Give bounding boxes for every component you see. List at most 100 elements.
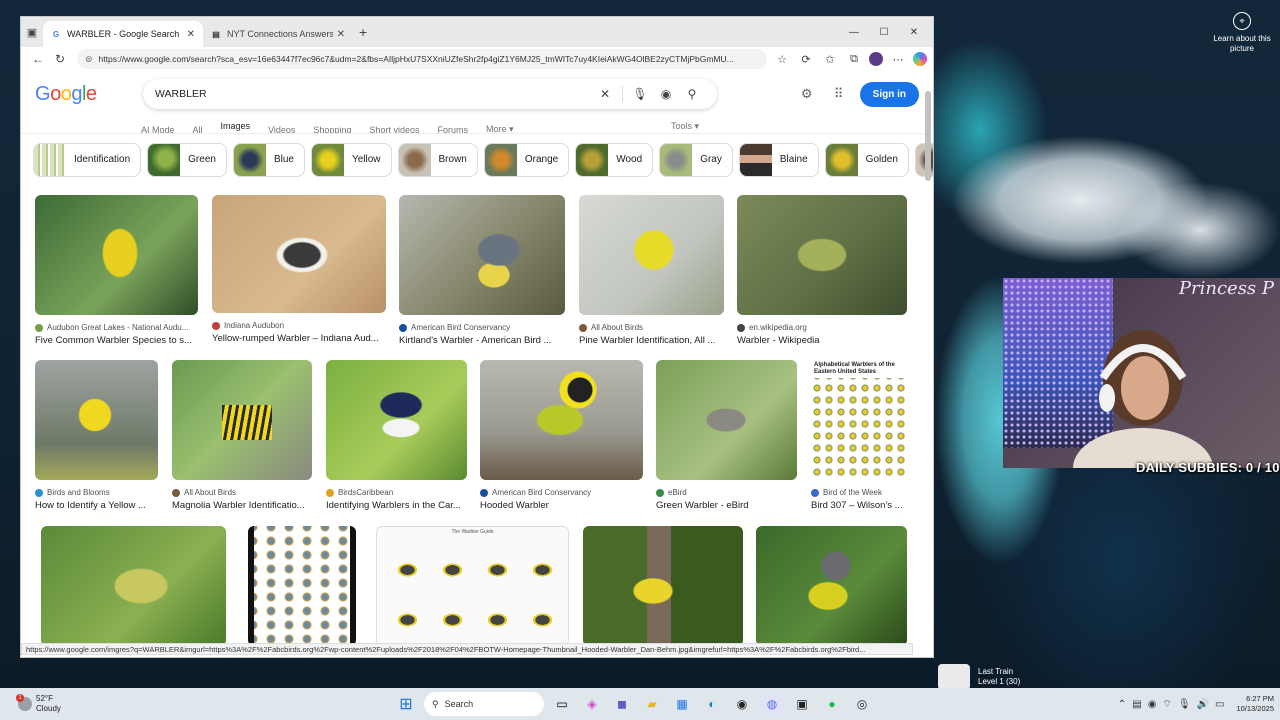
tools-button[interactable]: Tools ▾	[671, 121, 699, 132]
site-info-icon[interactable]: ⊜	[85, 54, 93, 65]
result-image[interactable]	[212, 195, 386, 313]
tab-images[interactable]: Images	[221, 121, 251, 133]
chip-orange[interactable]: Orange	[483, 142, 570, 177]
tray-app-icon[interactable]: ◉	[1148, 699, 1157, 710]
apps-grid-icon[interactable]: ⠿	[828, 86, 850, 102]
chip-blaine[interactable]: Blaine	[738, 142, 819, 177]
image-result[interactable]: eBird Green Warbler - eBird	[656, 360, 797, 511]
teams-icon[interactable]: ◼	[610, 692, 634, 716]
favorite-star-icon[interactable]: ☆	[773, 53, 791, 66]
result-image[interactable]	[35, 195, 198, 315]
refresh-extension-icon[interactable]: ⟳	[797, 53, 815, 66]
google-logo[interactable]: Google	[35, 83, 129, 106]
result-image[interactable]	[737, 195, 907, 315]
close-window-icon[interactable]: ✕	[899, 17, 929, 47]
image-result[interactable]: Birds and Blooms How to Identify a Yello…	[35, 360, 158, 511]
chip-golden[interactable]: Golden	[824, 142, 909, 177]
image-result[interactable]: Audubon Great Lakes - National Audu... F…	[35, 195, 198, 346]
tab-forums[interactable]: Forums	[438, 125, 469, 133]
result-image[interactable]	[41, 526, 226, 646]
settings-gear-icon[interactable]: ⚙	[796, 86, 818, 102]
search-box[interactable]: ✕ 🎙 ◉ ⚲	[143, 79, 717, 109]
tray-chevron-icon[interactable]: ⌃	[1118, 699, 1126, 710]
tab-more[interactable]: More ▾	[486, 124, 514, 133]
favorites-icon[interactable]: ✩	[821, 53, 839, 66]
address-bar[interactable]: ⊜ https://www.google.com/search?sca_esv=…	[77, 49, 767, 69]
result-image[interactable]	[399, 195, 565, 315]
tab-actions-icon[interactable]: ▣	[21, 17, 43, 47]
result-image[interactable]: Alphabetical Warblers of the Eastern Uni…	[811, 360, 907, 480]
tab-ai-mode[interactable]: AI Mode	[141, 125, 175, 133]
game-widget[interactable]: Last Train Level 1 (30)	[938, 664, 1020, 690]
tab-short-videos[interactable]: Short videos	[369, 125, 419, 133]
image-result[interactable]	[248, 526, 356, 646]
image-result[interactable]: American Bird Conservancy Kirtland's War…	[399, 195, 565, 346]
result-image[interactable]	[35, 360, 158, 480]
result-image[interactable]	[172, 360, 312, 480]
start-windows-icon[interactable]: ⊞	[394, 692, 418, 716]
edge-icon[interactable]: ◐	[700, 692, 724, 716]
obs-icon[interactable]: ◉	[730, 692, 754, 716]
app-icon[interactable]: ▣	[790, 692, 814, 716]
image-result[interactable]: en.wikipedia.org Warbler - Wikipedia	[737, 195, 907, 346]
lens-search-icon[interactable]: ◉	[653, 87, 679, 101]
wifi-icon[interactable]: ⌔	[1162, 698, 1171, 711]
image-result[interactable]	[756, 526, 907, 646]
image-result[interactable]	[41, 526, 226, 646]
copilot-icon[interactable]	[913, 52, 927, 66]
weather-widget[interactable]: 1 52°F Cloudy	[0, 694, 61, 714]
store-icon[interactable]: ▦	[670, 692, 694, 716]
chip-gray[interactable]: Gray	[659, 142, 733, 177]
result-image[interactable]	[583, 526, 743, 646]
tab-shopping[interactable]: Shopping	[313, 125, 351, 133]
collections-icon[interactable]: ⧉	[845, 53, 863, 66]
chip-identification[interactable]: Identification	[33, 142, 142, 177]
voice-search-icon[interactable]: 🎙	[627, 87, 653, 101]
chip-green[interactable]: Green	[147, 142, 227, 177]
profile-avatar[interactable]	[869, 52, 883, 66]
image-result[interactable]: All About Birds Magnolia Warbler Identif…	[172, 360, 312, 511]
tab-videos[interactable]: Videos	[268, 125, 295, 133]
tray-app-icon[interactable]: ▤	[1132, 699, 1141, 710]
image-result[interactable]: All About Birds Pine Warbler Identificat…	[579, 195, 724, 346]
result-image[interactable]	[480, 360, 643, 480]
tab-warbler-search[interactable]: G WARBLER - Google Search ✕	[43, 21, 203, 47]
image-result[interactable]: BirdsCaribbean Identifying Warblers in t…	[326, 360, 467, 511]
spotify-icon[interactable]: ●	[820, 692, 844, 716]
image-result[interactable]: American Bird Conservancy Hooded Warbler	[480, 360, 643, 511]
result-image[interactable]	[756, 526, 907, 646]
image-result[interactable]: Alphabetical Warblers of the Eastern Uni…	[811, 360, 907, 511]
page-scrollbar[interactable]	[925, 91, 931, 181]
tab-all[interactable]: All	[193, 125, 203, 133]
maximize-icon[interactable]: ☐	[869, 17, 899, 47]
result-image[interactable]: The Warbler Guide	[376, 526, 569, 646]
clear-search-icon[interactable]: ✕	[592, 87, 618, 101]
copilot-app-icon[interactable]: ◈	[580, 692, 604, 716]
discord-icon[interactable]: ◍	[760, 692, 784, 716]
mic-icon[interactable]: 🎙	[1178, 699, 1191, 710]
image-result[interactable]: The Warbler Guide	[376, 526, 569, 646]
learn-about-picture[interactable]: ⌖ Learn about this picture	[1212, 12, 1272, 54]
chip-wood[interactable]: Wood	[575, 142, 654, 177]
new-tab-button[interactable]: +	[359, 24, 367, 40]
taskbar-search[interactable]: ⚲ Search	[424, 692, 544, 716]
search-icon[interactable]: ⚲	[679, 87, 705, 101]
minimize-icon[interactable]: —	[839, 17, 869, 47]
chip-blue[interactable]: Blue	[232, 142, 305, 177]
image-result[interactable]	[583, 526, 743, 646]
volume-icon[interactable]: 🔊	[1197, 699, 1209, 710]
reload-icon[interactable]: ↻	[49, 52, 71, 66]
chip-brown[interactable]: Brown	[397, 142, 478, 177]
tab-nyt-connections[interactable]: ▤ NYT Connections Answers for Oct ✕	[203, 21, 353, 47]
close-tab-icon[interactable]: ✕	[187, 29, 195, 40]
task-view-icon[interactable]: ▭	[550, 692, 574, 716]
sign-in-button[interactable]: Sign in	[859, 81, 919, 107]
steam-icon[interactable]: ◎	[850, 692, 874, 716]
more-menu-icon[interactable]: ⋯	[889, 53, 907, 66]
search-input[interactable]	[155, 88, 592, 100]
back-icon[interactable]: ←	[27, 52, 49, 66]
clock[interactable]: 6:27 PM 10/13/2025	[1236, 694, 1274, 714]
image-result[interactable]: Indiana Audubon Yellow-rumped Warbler – …	[212, 195, 386, 344]
result-image[interactable]	[579, 195, 724, 315]
result-image[interactable]	[656, 360, 797, 480]
